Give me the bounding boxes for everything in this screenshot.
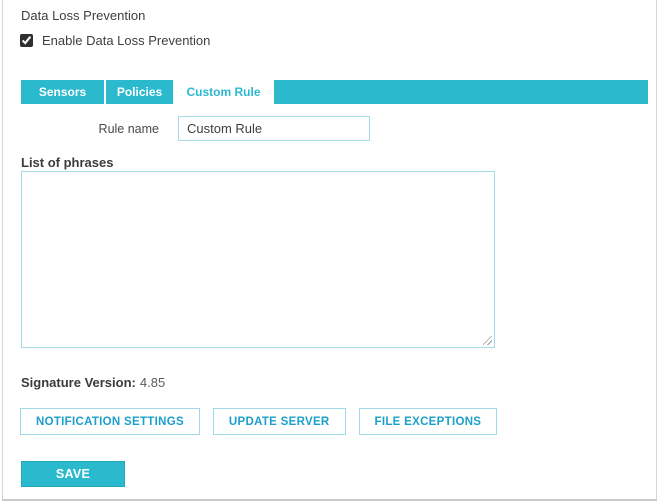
- rule-name-input[interactable]: [178, 116, 370, 141]
- tab-policies[interactable]: Policies: [106, 80, 173, 104]
- update-server-button[interactable]: UPDATE SERVER: [212, 408, 346, 435]
- tab-bar: Sensors Policies Custom Rule: [21, 80, 648, 104]
- file-exceptions-button[interactable]: FILE EXCEPTIONS: [358, 408, 498, 435]
- enable-dlp-label: Enable Data Loss Prevention: [42, 33, 211, 48]
- signature-version-value: 4.85: [139, 375, 166, 390]
- content-panel: Data Loss Prevention Enable Data Loss Pr…: [2, 0, 657, 501]
- phrases-textarea-wrap: [21, 171, 495, 348]
- notification-settings-button[interactable]: NOTIFICATION SETTINGS: [20, 408, 200, 435]
- rule-name-label: Rule name: [98, 122, 159, 136]
- tab-custom-rule[interactable]: Custom Rule: [173, 80, 274, 104]
- secondary-actions-row: NOTIFICATION SETTINGS UPDATE SERVER FILE…: [20, 408, 498, 435]
- signature-version-label: Signature Version:: [21, 375, 136, 390]
- enable-dlp-checkbox[interactable]: [20, 34, 33, 47]
- save-button[interactable]: SAVE: [21, 461, 125, 487]
- page-title: Data Loss Prevention: [21, 8, 146, 23]
- tab-sensors[interactable]: Sensors: [21, 80, 104, 104]
- enable-dlp-row: Enable Data Loss Prevention: [20, 33, 210, 48]
- phrases-textarea[interactable]: [21, 171, 495, 348]
- signature-version-row: Signature Version: 4.85: [21, 375, 165, 390]
- list-of-phrases-label: List of phrases: [21, 155, 114, 170]
